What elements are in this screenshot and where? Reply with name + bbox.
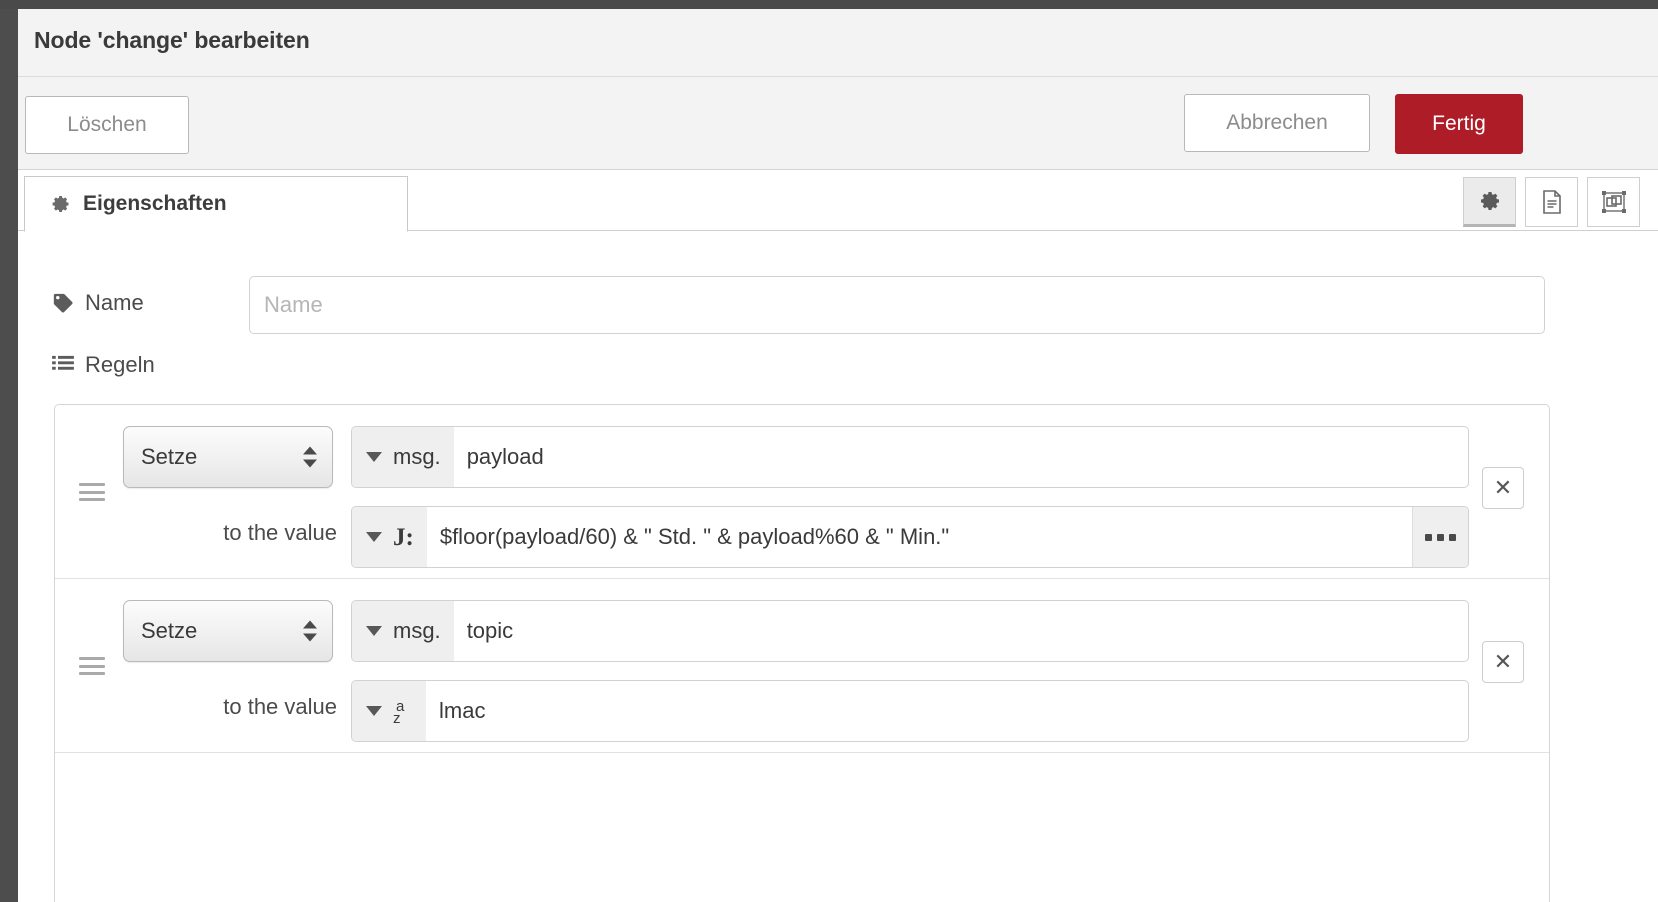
delete-rule-button[interactable]: ✕ (1482, 467, 1524, 509)
rule-value-type-select[interactable]: J: (352, 507, 427, 567)
tab-strip: Eigenschaften (18, 170, 1658, 232)
rule-row: Setze msg. payload to the value J: $floo… (55, 405, 1549, 579)
page-title: Node 'change' bearbeiten (34, 27, 310, 53)
rule-value-type-select[interactable]: az (352, 681, 426, 741)
left-rail (0, 9, 18, 902)
tab-properties[interactable]: Eigenschaften (24, 176, 408, 232)
rule-property-field[interactable]: msg. topic (351, 600, 1469, 662)
dialog-content: Name Regeln (18, 231, 1658, 902)
rule-action-select[interactable]: Setze (123, 600, 333, 662)
rules-label: Regeln (52, 352, 155, 378)
dialog-button-bar: Löschen Abbrechen Fertig (18, 77, 1658, 170)
list-icon (52, 355, 74, 375)
rule-value-text[interactable]: lmac (426, 698, 1468, 724)
string-icon: az (393, 698, 405, 727)
dialog-header: Node 'change' bearbeiten (18, 9, 1658, 77)
appearance-icon-button[interactable] (1587, 177, 1640, 227)
properties-icon-button[interactable] (1463, 177, 1516, 227)
shape-icon (1601, 191, 1626, 213)
rule-value-text[interactable]: $floor(payload/60) & " Std. " & payload%… (427, 524, 1468, 550)
tab-properties-label: Eigenschaften (83, 192, 227, 215)
name-label-text: Name (85, 290, 144, 315)
to-the-value-label: to the value (223, 520, 337, 545)
done-button[interactable]: Fertig (1395, 94, 1523, 154)
rule-property-prefix: msg. (393, 618, 441, 643)
rule-action-select[interactable]: Setze (123, 426, 333, 488)
rule-property-prefix: msg. (393, 444, 441, 469)
delete-button[interactable]: Löschen (25, 96, 189, 154)
tag-icon (52, 292, 74, 314)
name-input[interactable] (249, 276, 1545, 334)
rule-action-value: Setze (141, 444, 198, 469)
expand-editor-button[interactable] (1412, 507, 1468, 567)
window-top-bar (0, 0, 1658, 9)
rule-property-value[interactable]: topic (454, 618, 1468, 644)
rule-property-type-select[interactable]: msg. (352, 427, 454, 487)
rule-value-field[interactable]: J: $floor(payload/60) & " Std. " & paylo… (351, 506, 1469, 568)
document-icon (1542, 190, 1561, 214)
rule-row: Setze msg. topic to the value a z lmac ✕ (55, 579, 1549, 753)
chevron-down-icon (366, 706, 382, 716)
drag-handle[interactable] (79, 483, 105, 501)
chevron-down-icon (366, 452, 382, 462)
gear-icon (1480, 192, 1499, 210)
cancel-button[interactable]: Abbrechen (1184, 94, 1370, 152)
delete-rule-button[interactable]: ✕ (1482, 641, 1524, 683)
rule-action-value: Setze (141, 618, 198, 643)
rule-property-type-select[interactable]: msg. (352, 601, 454, 661)
rules-list: Setze msg. payload to the value J: $floo… (54, 404, 1550, 902)
name-row: Name (18, 276, 1658, 334)
rule-property-value[interactable]: payload (454, 444, 1468, 470)
to-the-value-label: to the value (223, 694, 337, 719)
drag-handle[interactable] (79, 657, 105, 675)
gear-icon (51, 194, 71, 214)
dialog-body: Node 'change' bearbeiten Löschen Abbrech… (18, 9, 1658, 902)
chevron-down-icon (366, 626, 382, 636)
rules-label-text: Regeln (85, 352, 155, 377)
name-label: Name (52, 290, 144, 316)
description-icon-button[interactable] (1525, 177, 1578, 227)
rule-value-field[interactable]: az lmac (351, 680, 1469, 742)
node-edit-dialog: Node 'change' bearbeiten Löschen Abbrech… (0, 0, 1658, 902)
jsonata-icon: J: (393, 523, 414, 551)
chevron-down-icon (366, 532, 382, 542)
rule-property-field[interactable]: msg. payload (351, 426, 1469, 488)
tool-button-group (1463, 177, 1640, 227)
